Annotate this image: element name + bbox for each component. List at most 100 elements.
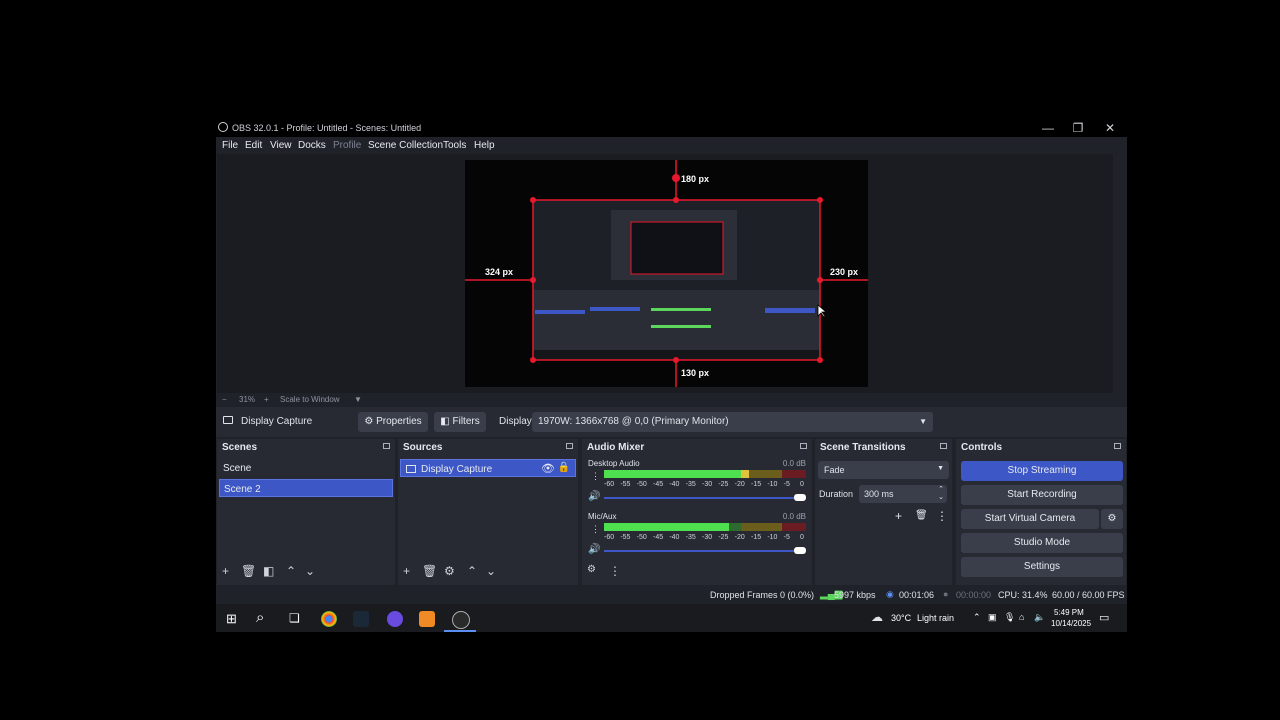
lock-icon[interactable]: 🔒 bbox=[558, 462, 570, 473]
chevron-up-icon[interactable]: ⌃ bbox=[973, 612, 981, 623]
stepper-up-icon[interactable]: ⌃ bbox=[938, 485, 944, 493]
menu-view[interactable]: View bbox=[270, 140, 292, 151]
app-icon[interactable] bbox=[387, 611, 403, 627]
volume-icon[interactable]: 🔈 bbox=[1034, 612, 1045, 623]
preview-canvas[interactable]: 180 px 324 px 230 px 130 px bbox=[465, 160, 868, 387]
settings-button[interactable]: Settings bbox=[961, 557, 1123, 577]
menu-tools[interactable]: Tools bbox=[443, 140, 466, 151]
menu-help[interactable]: Help bbox=[474, 140, 495, 151]
crop-top-label: 180 px bbox=[681, 174, 710, 184]
obs-window: OBS 32.0.1 - Profile: Untitled - Scenes:… bbox=[216, 119, 1127, 632]
zoom-in-button[interactable]: + bbox=[264, 395, 269, 404]
scenes-title: Scenes bbox=[222, 442, 258, 453]
crop-overlay bbox=[465, 160, 868, 387]
preview-area[interactable]: 180 px 324 px 230 px 130 px bbox=[217, 154, 1113, 393]
menu-file[interactable]: File bbox=[222, 140, 238, 151]
more-icon[interactable]: ⋮ bbox=[591, 471, 600, 482]
search-icon[interactable]: ⌕ bbox=[256, 609, 264, 626]
more-icon[interactable]: ⋮ bbox=[609, 564, 621, 578]
close-button[interactable]: ✕ bbox=[1095, 120, 1125, 136]
volume-slider[interactable] bbox=[604, 550, 800, 552]
task-view-icon[interactable]: ❏ bbox=[289, 611, 300, 625]
add-icon[interactable]: + bbox=[403, 564, 410, 578]
zoom-value: 31% bbox=[239, 395, 256, 404]
volume-slider-handle[interactable] bbox=[794, 494, 806, 501]
menu-docks[interactable]: Docks bbox=[298, 140, 326, 151]
add-icon[interactable]: + bbox=[222, 564, 229, 578]
transition-select[interactable]: Fade ▼ bbox=[818, 461, 949, 479]
zoom-out-button[interactable]: − bbox=[222, 395, 227, 404]
scale-mode-select[interactable]: Scale to Window bbox=[280, 395, 340, 404]
volume-slider[interactable] bbox=[604, 497, 800, 499]
speaker-icon[interactable]: 🔊 bbox=[588, 544, 600, 555]
chevron-up-icon[interactable]: ⌃ bbox=[467, 564, 477, 578]
scene-item-selected[interactable]: Scene 2 bbox=[219, 479, 393, 497]
windows-start-icon[interactable]: ⊞ bbox=[226, 611, 237, 627]
studio-mode-button[interactable]: Studio Mode bbox=[961, 533, 1123, 553]
scene-transitions-title: Scene Transitions bbox=[820, 442, 906, 453]
scale-tick-label: -20 bbox=[734, 534, 745, 541]
source-item-label: Display Capture bbox=[421, 464, 493, 475]
notification-icon[interactable]: ▭ bbox=[1099, 611, 1109, 624]
filter-icon: ◧ bbox=[440, 416, 453, 427]
chevron-up-icon[interactable]: ⌃ bbox=[286, 564, 296, 578]
properties-button[interactable]: ⚙ Properties bbox=[358, 412, 428, 432]
maximize-button[interactable]: ❐ bbox=[1063, 120, 1093, 136]
clock-time[interactable]: 5:49 PM bbox=[1054, 608, 1084, 617]
duration-input[interactable]: 300 ms ⌃ ⌄ bbox=[859, 485, 947, 503]
app-icon[interactable] bbox=[419, 611, 435, 627]
start-virtual-camera-button[interactable]: Start Virtual Camera bbox=[961, 509, 1099, 529]
trash-icon[interactable]: 🗑 bbox=[241, 564, 256, 578]
more-icon[interactable]: ⋮ bbox=[936, 509, 948, 523]
record-icon: ● bbox=[943, 589, 949, 599]
undock-icon[interactable] bbox=[940, 443, 947, 449]
chevron-down-icon[interactable]: ▼ bbox=[354, 395, 362, 404]
volume-meter bbox=[604, 523, 806, 531]
scenes-dock-header: Scenes bbox=[217, 439, 395, 455]
obs-taskbar-icon[interactable] bbox=[452, 611, 470, 629]
menu-profile[interactable]: Profile bbox=[333, 140, 361, 151]
filter-icon[interactable]: ◧ bbox=[263, 564, 274, 578]
scale-tick-label: -55 bbox=[620, 481, 631, 488]
menu-scene-collection[interactable]: Scene Collection bbox=[368, 140, 443, 151]
chevron-down-icon[interactable]: ⌄ bbox=[305, 564, 315, 578]
channel-name: Desktop Audio bbox=[588, 459, 640, 468]
chevron-down-icon: ▼ bbox=[919, 417, 927, 426]
start-recording-button[interactable]: Start Recording bbox=[961, 485, 1123, 505]
scale-tick-label: -5 bbox=[783, 481, 790, 488]
undock-icon[interactable] bbox=[800, 443, 807, 449]
undock-icon[interactable] bbox=[566, 443, 573, 449]
tray-icon[interactable]: ▣ bbox=[988, 612, 997, 623]
trash-icon[interactable]: 🗑 bbox=[422, 564, 437, 578]
steam-icon[interactable] bbox=[353, 611, 369, 627]
gear-icon[interactable]: ⚙ bbox=[587, 564, 596, 575]
stepper-down-icon[interactable]: ⌄ bbox=[938, 493, 944, 501]
chevron-down-icon[interactable]: ⌄ bbox=[486, 564, 496, 578]
eye-icon[interactable]: 👁 bbox=[541, 462, 555, 475]
add-icon[interactable]: + bbox=[895, 509, 902, 523]
display-select[interactable]: 1970W: 1366x768 @ 0,0 (Primary Monitor) … bbox=[532, 412, 933, 432]
undock-icon[interactable] bbox=[383, 443, 390, 449]
undock-icon[interactable] bbox=[1114, 443, 1121, 449]
network-icon[interactable]: ⌂ bbox=[1019, 612, 1024, 622]
chrome-icon[interactable] bbox=[321, 611, 337, 627]
scene-item[interactable]: Scene bbox=[219, 459, 393, 477]
clock-date[interactable]: 10/14/2025 bbox=[1051, 619, 1091, 628]
gear-icon[interactable]: ⚙ bbox=[444, 564, 455, 578]
trash-icon[interactable]: 🗑 bbox=[915, 510, 928, 521]
menu-edit[interactable]: Edit bbox=[245, 140, 262, 151]
dropped-frames: Dropped Frames 0 (0.0%) bbox=[710, 590, 815, 600]
minimize-button[interactable]: — bbox=[1033, 120, 1063, 136]
monitor-icon bbox=[406, 465, 416, 473]
scenes-dock: Scenes Scene Scene 2 + 🗑 ◧ ⌃ ⌄ bbox=[217, 439, 395, 585]
more-icon[interactable]: ⋮ bbox=[591, 524, 600, 535]
microphone-icon[interactable]: 🎙 bbox=[1004, 612, 1015, 623]
speaker-icon[interactable]: 🔊 bbox=[588, 491, 600, 502]
virtual-camera-settings-button[interactable]: ⚙ bbox=[1101, 509, 1123, 529]
source-item[interactable]: Display Capture 👁 🔒 bbox=[400, 459, 576, 477]
volume-slider-handle[interactable] bbox=[794, 547, 806, 554]
filters-button[interactable]: ◧ Filters bbox=[434, 412, 486, 432]
stop-streaming-button[interactable]: Stop Streaming bbox=[961, 461, 1123, 481]
scene-transitions-dock: Scene Transitions Fade ▼ Duration 300 ms… bbox=[815, 439, 952, 585]
scale-tick-label: -60 bbox=[604, 534, 615, 541]
